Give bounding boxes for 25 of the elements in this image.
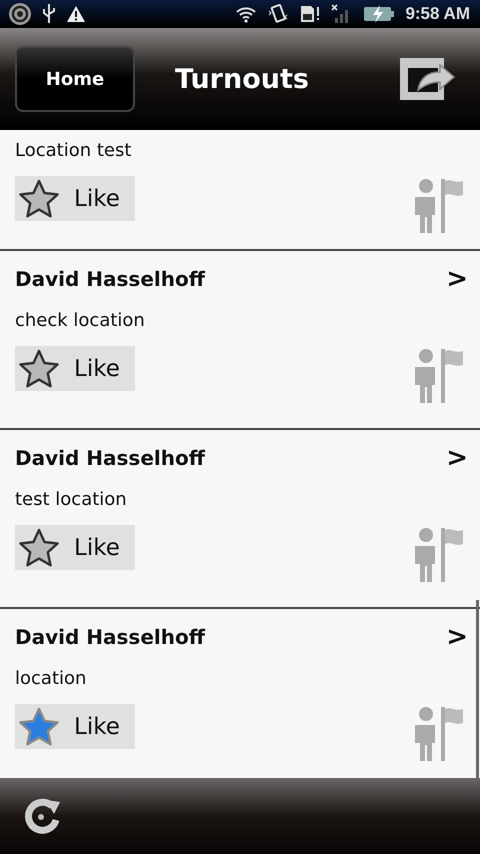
sd-card-icon bbox=[299, 4, 322, 24]
post-message: location bbox=[15, 667, 88, 691]
screen-title: Turnouts bbox=[175, 64, 309, 94]
post-message: check location bbox=[15, 309, 146, 333]
charging-battery-icon bbox=[363, 4, 396, 24]
chevron[interactable]: > bbox=[446, 442, 468, 472]
author-name: David Hasselhoff bbox=[15, 266, 205, 290]
share-icon[interactable] bbox=[400, 56, 456, 102]
home-button[interactable]: Home bbox=[15, 46, 135, 112]
like-button[interactable]: Like bbox=[15, 346, 135, 391]
like-button[interactable]: Like bbox=[15, 176, 135, 221]
post-message: Location test bbox=[15, 139, 132, 163]
chevron[interactable]: > bbox=[446, 622, 468, 652]
author-name: David Hasselhoff bbox=[15, 446, 205, 470]
wifi-icon bbox=[235, 5, 258, 23]
usb-icon bbox=[42, 3, 56, 25]
post-message: test location bbox=[15, 488, 128, 512]
refresh-icon[interactable] bbox=[22, 796, 62, 836]
like-button[interactable]: Like bbox=[15, 704, 135, 749]
author-name: David Hasselhoff bbox=[15, 624, 205, 648]
like-button[interactable]: Like bbox=[15, 525, 135, 570]
chevron[interactable]: > bbox=[446, 264, 468, 294]
status-time: 9:58 AM bbox=[405, 4, 470, 24]
vibrate-phone-icon bbox=[267, 3, 290, 25]
warning-icon bbox=[66, 5, 86, 23]
